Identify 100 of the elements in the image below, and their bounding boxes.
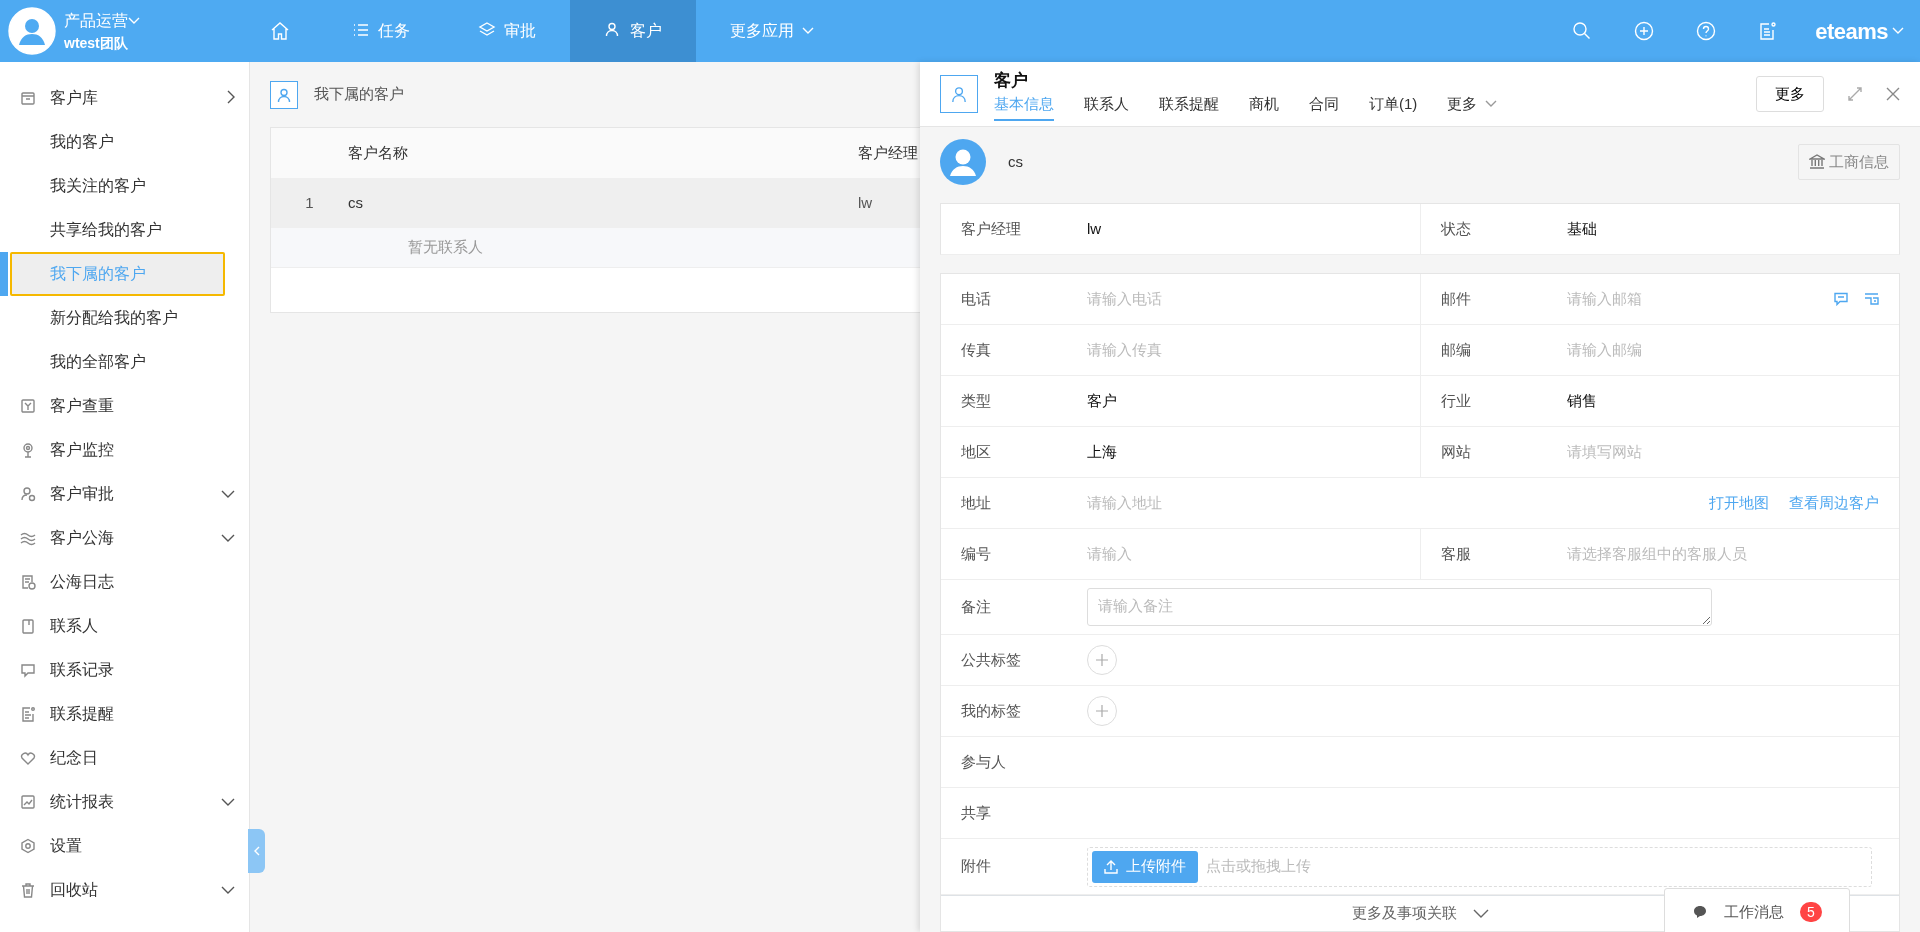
box-icon bbox=[20, 90, 36, 106]
message-icon[interactable] bbox=[1834, 292, 1848, 306]
field-label: 邮件 bbox=[1441, 288, 1472, 309]
tab[interactable]: 更多 bbox=[1447, 93, 1498, 121]
trash-icon bbox=[20, 882, 36, 898]
work-messages-button[interactable]: 工作消息 5 bbox=[1664, 888, 1850, 932]
add-tag-button[interactable] bbox=[1087, 696, 1117, 726]
sidebar-item[interactable]: 客户公海 bbox=[0, 516, 249, 560]
input-field[interactable]: 请输入邮编 bbox=[1567, 338, 1807, 362]
log-icon bbox=[20, 574, 36, 590]
field-value: lw bbox=[1087, 218, 1102, 239]
field-label: 网站 bbox=[1441, 441, 1472, 462]
chat-icon bbox=[20, 662, 36, 678]
collapse-handle[interactable] bbox=[248, 829, 265, 873]
input-field[interactable]: 请输入传真 bbox=[1087, 338, 1327, 362]
field-label: 电话 bbox=[961, 288, 992, 309]
tab[interactable]: 联系提醒 bbox=[1159, 93, 1219, 121]
chevron-down-icon bbox=[221, 490, 235, 498]
panel-title: 客户 bbox=[994, 69, 1029, 92]
field-label: 行业 bbox=[1441, 390, 1472, 411]
settings-icon bbox=[20, 838, 36, 854]
column-header: 客户经理 bbox=[858, 142, 919, 163]
sidebar-item[interactable]: 统计报表 bbox=[0, 780, 249, 824]
chevron-down-icon bbox=[1485, 100, 1498, 109]
home-icon bbox=[270, 21, 290, 41]
empty-note: 暂无联系人 bbox=[408, 237, 483, 258]
customer-icon bbox=[940, 75, 978, 113]
customer-name: cs bbox=[1008, 151, 1023, 172]
chart-icon bbox=[20, 794, 36, 810]
upload-hint: 点击或拖拽上传 bbox=[1206, 856, 1311, 877]
field-value: 客户 bbox=[1087, 390, 1117, 411]
sidebar-item[interactable]: 纪念日 bbox=[0, 736, 249, 780]
chevron-down-icon bbox=[802, 27, 814, 35]
chevron-down-icon bbox=[221, 886, 235, 894]
sidebar-item[interactable]: 客户查重 bbox=[0, 384, 249, 428]
sidebar-item[interactable]: 联系人 bbox=[0, 604, 249, 648]
upload-icon bbox=[1104, 859, 1118, 874]
sidebar-item[interactable]: 我的全部客户 bbox=[0, 340, 249, 384]
sidebar-item[interactable]: 共享给我的客户 bbox=[0, 208, 249, 252]
field-value: 销售 bbox=[1567, 390, 1597, 411]
add-tag-button[interactable] bbox=[1087, 645, 1117, 675]
book-icon bbox=[20, 618, 36, 634]
plus-icon bbox=[1096, 654, 1108, 666]
table-row[interactable]: 1 cs lw bbox=[271, 178, 920, 228]
sidebar-item[interactable]: 设置 bbox=[0, 824, 249, 868]
sidebar-item[interactable]: 联系记录 bbox=[0, 648, 249, 692]
field-label: 参与人 bbox=[961, 751, 1007, 772]
input-field[interactable]: 请输入邮箱 bbox=[1567, 287, 1807, 311]
table-cell-text: cs bbox=[348, 192, 364, 213]
chevron-down-icon bbox=[1472, 909, 1489, 918]
sidebar-item[interactable]: 我的客户 bbox=[0, 120, 249, 164]
tab[interactable]: 订单(1) bbox=[1369, 93, 1418, 121]
input-field[interactable]: 请填写网站 bbox=[1567, 440, 1807, 464]
input-field[interactable]: 请输入地址 bbox=[1087, 491, 1327, 515]
add-icon[interactable] bbox=[1634, 21, 1655, 41]
sidebar-item[interactable]: 客户库 bbox=[0, 76, 249, 120]
input-field[interactable]: 请输入电话 bbox=[1087, 287, 1327, 311]
sidebar-item[interactable]: 客户监控 bbox=[0, 428, 249, 472]
chevron-down-icon bbox=[1892, 27, 1904, 35]
sidebar-item[interactable]: 联系提醒 bbox=[0, 692, 249, 736]
field-label: 状态 bbox=[1441, 218, 1472, 239]
field-label: 客户经理 bbox=[961, 218, 1022, 239]
sidebar-item[interactable]: 公海日志 bbox=[0, 560, 249, 604]
field-label: 邮编 bbox=[1441, 339, 1472, 360]
plus-icon bbox=[1096, 705, 1108, 717]
camera-icon bbox=[20, 442, 36, 458]
more-button[interactable]: 更多 bbox=[1756, 75, 1824, 113]
more-relations-button[interactable]: 更多及事项关联 bbox=[1345, 901, 1495, 926]
field-label: 备注 bbox=[961, 596, 992, 617]
chevron-down-icon bbox=[221, 798, 235, 806]
field-label: 传真 bbox=[961, 339, 992, 360]
sidebar-item[interactable]: 回收站 bbox=[0, 868, 249, 912]
note-field[interactable]: 请输入备注 bbox=[1087, 588, 1712, 626]
tab[interactable]: 联系人 bbox=[1084, 93, 1129, 121]
field-label: 地区 bbox=[961, 441, 992, 462]
page-title: 我下属的客户 bbox=[314, 84, 404, 105]
sidebar-item[interactable]: 新分配给我的客户 bbox=[0, 296, 249, 340]
expand-icon[interactable] bbox=[1848, 87, 1862, 101]
input-field[interactable]: 请选择客服组中的客服人员 bbox=[1567, 542, 1807, 566]
customer-avatar-icon bbox=[940, 139, 986, 185]
sidebar-item[interactable]: 我关注的客户 bbox=[0, 164, 249, 208]
input-field[interactable]: 请输入 bbox=[1087, 542, 1327, 566]
avatar-icon[interactable] bbox=[8, 7, 56, 55]
close-icon[interactable] bbox=[1886, 87, 1900, 101]
document-icon[interactable] bbox=[1758, 21, 1779, 41]
team-name: wtest团队 bbox=[64, 33, 129, 53]
wave-icon bbox=[20, 530, 36, 546]
chevron-down-icon bbox=[221, 534, 235, 542]
help-icon[interactable] bbox=[1696, 21, 1717, 41]
card-icon[interactable] bbox=[1864, 292, 1879, 306]
tab[interactable]: 商机 bbox=[1249, 93, 1279, 121]
field-label: 编号 bbox=[961, 543, 992, 564]
tab[interactable]: 合同 bbox=[1309, 93, 1339, 121]
field-label: 类型 bbox=[961, 390, 992, 411]
chevron-left-icon bbox=[253, 846, 260, 856]
heart-icon bbox=[20, 750, 36, 766]
field-label: 地址 bbox=[961, 492, 992, 513]
person-icon bbox=[20, 486, 36, 502]
field-label: 共享 bbox=[961, 802, 992, 823]
sidebar-item[interactable]: 客户审批 bbox=[0, 472, 249, 516]
